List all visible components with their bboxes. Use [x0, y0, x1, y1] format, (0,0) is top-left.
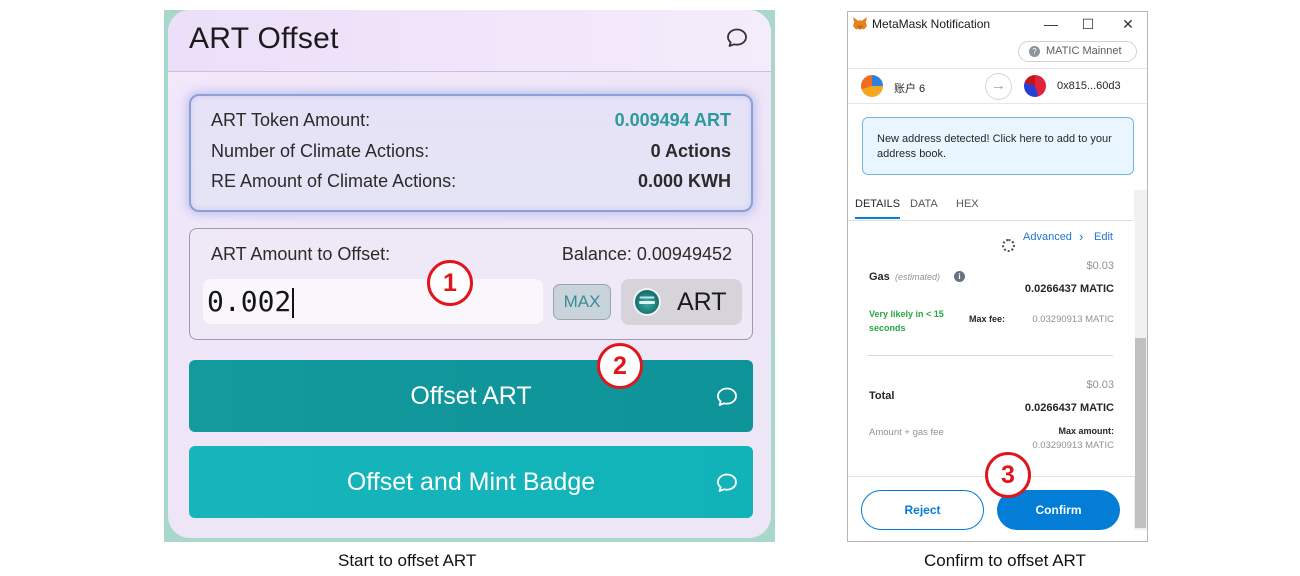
details-panel: Advanced › Edit Gas (estimated) i $0.03 …	[848, 222, 1135, 476]
token-amount-label: ART Token Amount:	[211, 110, 371, 130]
info-icon[interactable]: i	[954, 271, 965, 282]
chevron-right-icon: ›	[1079, 229, 1084, 244]
network-selector[interactable]: ? MATIC Mainnet	[1018, 41, 1137, 62]
max-fee-label: Max fee:	[969, 314, 1006, 324]
art-offset-header: ART Offset	[168, 10, 771, 72]
token-symbol: ART	[677, 288, 727, 316]
network-help-icon: ?	[1029, 46, 1040, 57]
step-badge-1: 1	[427, 260, 473, 306]
re-amount-value: 0.000 KWH	[637, 171, 731, 191]
arrow-right-icon: →	[985, 73, 1012, 100]
offset-amount-input-value: 0.002	[207, 285, 292, 318]
tab-hex[interactable]: HEX	[956, 198, 979, 210]
new-address-notice[interactable]: New address detected! Click here to add …	[862, 117, 1134, 175]
tab-details[interactable]: DETAILS	[855, 198, 901, 219]
to-address: 0x815...60d3	[1057, 80, 1121, 92]
total-amount-value: 0.0266437 MATIC	[1024, 402, 1114, 414]
offset-amount-input[interactable]: 0.002	[203, 279, 543, 324]
page-title: ART Offset	[189, 22, 339, 55]
gear-icon	[1002, 239, 1015, 252]
to-account-avatar	[1024, 75, 1046, 97]
token-selector[interactable]: ART	[621, 279, 742, 325]
gas-amount-value: 0.0266437 MATIC	[1024, 283, 1114, 295]
tab-bar: DETAILS DATA HEX	[848, 190, 1133, 221]
step-badge-3: 3	[985, 452, 1031, 498]
network-name: MATIC Mainnet	[1046, 45, 1122, 57]
close-icon[interactable]: ✕	[1118, 14, 1138, 34]
total-sub-label: Amount + gas fee	[869, 427, 944, 438]
climate-actions-value: 0 Actions	[650, 141, 731, 161]
scrollbar-thumb[interactable]	[1135, 338, 1146, 528]
text-caret	[292, 288, 295, 318]
left-caption: Start to offset ART	[338, 551, 477, 570]
token-info-panel: ART Token Amount: 0.009494 ART Number of…	[189, 94, 753, 212]
gas-fiat-value: $0.03	[1086, 260, 1114, 272]
chat-bubble-icon	[715, 471, 739, 495]
minimize-icon[interactable]: —	[1041, 14, 1061, 34]
gas-speed-estimate: Very likely in < 15 seconds	[869, 309, 944, 333]
right-caption: Confirm to offset ART	[924, 551, 1086, 570]
account-row: 账户 6 → 0x815...60d3	[848, 68, 1147, 104]
from-account-name: 账户 6	[894, 83, 926, 95]
art-token-logo-icon	[633, 288, 661, 316]
edit-link[interactable]: Edit	[1094, 231, 1113, 243]
advanced-link[interactable]: Advanced	[1023, 231, 1072, 243]
balance-text: Balance: 0.00949452	[561, 244, 732, 264]
gas-label: Gas	[869, 271, 890, 283]
window-title: MetaMask Notification	[872, 17, 991, 31]
max-button[interactable]: MAX	[553, 284, 611, 320]
screenshot-root: ART Offset ART Token Amount: 0.009494 AR…	[0, 0, 1300, 576]
maximize-icon[interactable]: ☐	[1078, 14, 1098, 34]
gas-estimated-label: (estimated)	[895, 272, 941, 282]
token-amount-row: ART Token Amount: 0.009494 ART	[211, 110, 731, 134]
offset-art-button-label: Offset ART	[410, 382, 532, 410]
max-amount-label: Max amount:	[1058, 426, 1114, 436]
metamask-fox-icon	[853, 17, 867, 30]
reject-button[interactable]: Reject	[861, 490, 984, 530]
re-amount-row: RE Amount of Climate Actions: 0.000 KWH	[211, 171, 731, 195]
climate-actions-label: Number of Climate Actions:	[211, 141, 430, 161]
chat-bubble-icon	[715, 385, 739, 409]
from-account-avatar	[861, 75, 883, 97]
offset-mint-badge-button-label: Offset and Mint Badge	[346, 468, 596, 496]
window-titlebar: MetaMask Notification — ☐ ✕	[848, 12, 1147, 36]
offset-amount-label: ART Amount to Offset:	[211, 244, 391, 264]
step-badge-2: 2	[597, 343, 643, 389]
total-label: Total	[869, 390, 895, 402]
re-amount-label: RE Amount of Climate Actions:	[211, 171, 457, 191]
offset-mint-badge-button[interactable]: Offset and Mint Badge	[189, 446, 753, 518]
section-divider	[868, 355, 1113, 356]
max-fee-value: 0.03290913 MATIC	[1032, 314, 1114, 325]
max-amount-value: 0.03290913 MATIC	[1032, 440, 1114, 451]
total-fiat-value: $0.03	[1086, 379, 1114, 391]
token-amount-value: 0.009494 ART	[614, 110, 731, 130]
climate-actions-row: Number of Climate Actions: 0 Actions	[211, 141, 731, 165]
chat-bubble-icon[interactable]	[725, 26, 749, 50]
offset-art-button[interactable]: Offset ART	[189, 360, 753, 432]
tab-data[interactable]: DATA	[910, 198, 938, 210]
